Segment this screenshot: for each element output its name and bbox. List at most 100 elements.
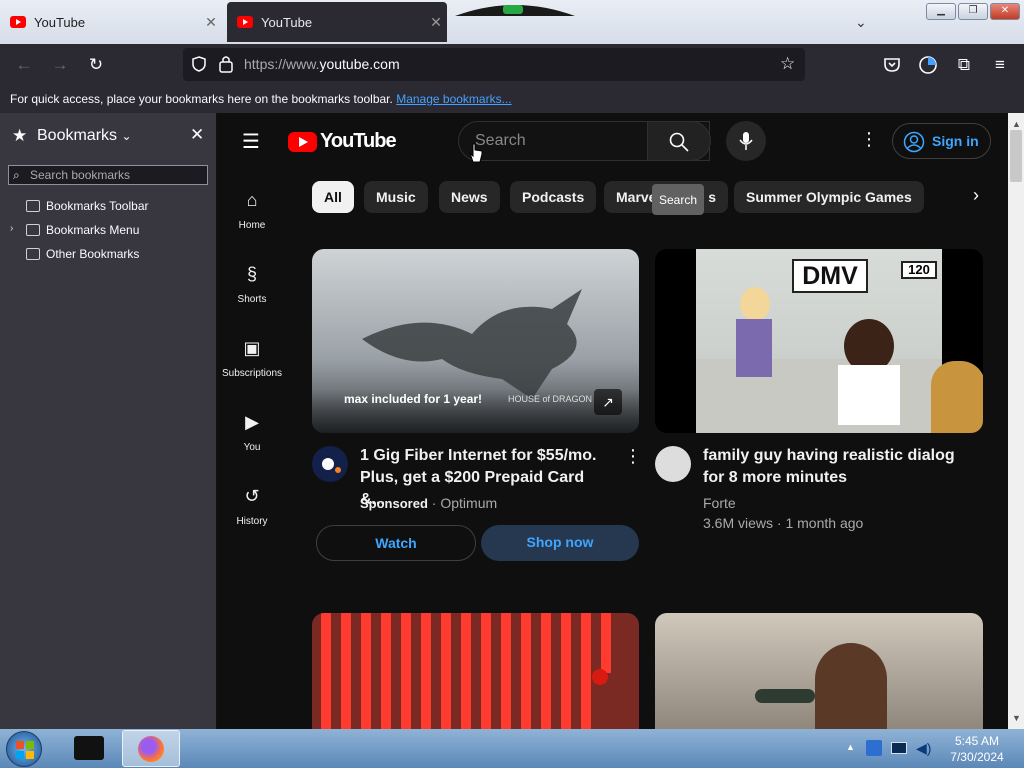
counter bbox=[696, 359, 942, 433]
extensions-puzzle-icon[interactable]: ⧉ bbox=[952, 54, 976, 76]
show-hidden-icons-arrow-icon[interactable]: ▲ bbox=[846, 742, 855, 752]
reload-icon[interactable]: ↻ bbox=[84, 54, 108, 76]
display-tray-icon[interactable] bbox=[891, 742, 907, 754]
bookmark-star-icon[interactable]: ☆ bbox=[780, 54, 795, 74]
search-bookmarks-input[interactable]: ⌕ Search bookmarks bbox=[8, 165, 208, 185]
tab-youtube-2[interactable]: YouTube ✕ bbox=[227, 2, 447, 42]
star-icon: ★ bbox=[12, 126, 28, 145]
sidebar-item-bookmarks-toolbar[interactable]: Bookmarks Toolbar bbox=[26, 199, 149, 213]
network-tray-icon[interactable] bbox=[866, 740, 882, 756]
thumbnail-brand: HOUSE of DRAGON bbox=[508, 394, 593, 404]
chips-next-chevron-icon[interactable]: › bbox=[973, 185, 979, 206]
dragon-image bbox=[362, 289, 582, 399]
tab-youtube-1[interactable]: YouTube ✕ bbox=[0, 2, 222, 42]
window-decoration-icon bbox=[455, 5, 575, 16]
home-icon: ⌂ bbox=[246, 190, 258, 210]
bottle-image bbox=[755, 689, 815, 703]
account-circle-icon bbox=[903, 131, 925, 153]
list-tabs-chevron-icon[interactable]: ⌄ bbox=[855, 14, 873, 30]
watch-button[interactable]: Watch bbox=[316, 525, 476, 561]
nav-shorts[interactable]: § Shorts bbox=[218, 264, 286, 305]
bookmarks-sidebar: ★ Bookmarks ⌄ ✕ ⌕ Search bookmarks Bookm… bbox=[0, 113, 217, 729]
sidebar-item-other-bookmarks[interactable]: Other Bookmarks bbox=[26, 247, 139, 261]
channel-avatar[interactable] bbox=[312, 446, 348, 482]
scrollbar-thumb[interactable] bbox=[1010, 130, 1022, 182]
subscriptions-icon: ▣ bbox=[243, 338, 261, 358]
url-bar[interactable]: https://www.youtube.com ☆ bbox=[183, 48, 805, 81]
sign-in-button[interactable]: Sign in bbox=[892, 123, 991, 159]
chip-music[interactable]: Music bbox=[364, 181, 428, 213]
bookmarks-toolbar-hint: For quick access, place your bookmarks h… bbox=[10, 92, 393, 106]
close-tab-icon[interactable]: ✕ bbox=[200, 14, 222, 31]
mouse-cursor-icon bbox=[469, 143, 483, 163]
you-play-icon: ▶ bbox=[245, 412, 259, 432]
terminal-app-icon[interactable] bbox=[74, 736, 104, 760]
video-title[interactable]: family guy having realistic dialog for 8 … bbox=[703, 445, 969, 489]
guide-menu-icon[interactable]: ☰ bbox=[242, 129, 260, 154]
nav-you[interactable]: ▶ You bbox=[218, 412, 286, 453]
video-thumbnail[interactable]: DMV 120 bbox=[655, 249, 983, 433]
voice-search-button[interactable] bbox=[726, 121, 766, 161]
person-image bbox=[815, 643, 887, 733]
nav-subscriptions[interactable]: ▣ Subscriptions bbox=[218, 338, 286, 379]
youtube-search-button[interactable] bbox=[647, 121, 711, 161]
scroll-down-icon[interactable]: ▼ bbox=[1012, 713, 1021, 723]
nav-history[interactable]: ↺ History bbox=[218, 486, 286, 527]
channel-avatar[interactable] bbox=[655, 446, 691, 482]
optimum-logo-icon bbox=[322, 458, 334, 470]
account-sync-icon[interactable] bbox=[918, 55, 938, 75]
optimum-dot-icon bbox=[335, 467, 341, 473]
video-meta: Sponsored · Optimum bbox=[360, 495, 498, 511]
video-thumbnail[interactable] bbox=[312, 613, 639, 733]
folder-icon bbox=[26, 248, 40, 260]
tab-title: YouTube bbox=[261, 14, 313, 30]
firefox-icon bbox=[138, 736, 164, 762]
thumbnail-text: max included for 1 year! bbox=[344, 392, 483, 406]
scroll-up-icon[interactable]: ▲ bbox=[1012, 119, 1021, 129]
chip-summer-olympic-games[interactable]: Summer Olympic Games bbox=[734, 181, 924, 213]
pocket-icon[interactable] bbox=[883, 56, 901, 74]
speaker-tray-icon[interactable]: ◀) bbox=[916, 740, 931, 757]
microphone-icon bbox=[739, 132, 753, 150]
window-close-button[interactable]: ✕ bbox=[990, 3, 1020, 20]
video-more-kebab-icon[interactable]: ⋮ bbox=[624, 446, 642, 467]
settings-kebab-icon[interactable]: ⋮ bbox=[860, 129, 878, 150]
close-sidebar-icon[interactable]: ✕ bbox=[190, 125, 204, 145]
search-icon: ⌕ bbox=[13, 168, 20, 182]
character-head bbox=[740, 287, 770, 321]
youtube-logo[interactable]: YouTube bbox=[288, 130, 397, 153]
back-arrow-icon[interactable]: ← bbox=[12, 54, 36, 76]
bookmarks-toolbar: For quick access, place your bookmarks h… bbox=[0, 86, 1024, 113]
hamburger-menu-icon[interactable]: ≡ bbox=[988, 54, 1012, 76]
chip-all[interactable]: All bbox=[312, 181, 354, 213]
forward-arrow-icon[interactable]: → bbox=[48, 54, 72, 76]
firefox-taskbar-button[interactable] bbox=[122, 730, 180, 767]
lock-icon bbox=[219, 56, 233, 73]
youtube-favicon-icon bbox=[10, 16, 26, 28]
close-tab-icon[interactable]: ✕ bbox=[425, 14, 447, 31]
external-link-icon[interactable]: ↗ bbox=[594, 389, 622, 415]
sidebar-item-bookmarks-menu[interactable]: Bookmarks Menu bbox=[26, 223, 139, 237]
youtube-page: ☰ YouTube Search ⋮ Sign in ⌂ Home § Shorts… bbox=[218, 113, 1008, 733]
search-icon bbox=[669, 132, 689, 152]
video-thumbnail[interactable] bbox=[655, 613, 983, 733]
sidebar-title[interactable]: Bookmarks ⌄ bbox=[37, 127, 132, 145]
manage-bookmarks-link[interactable]: Manage bookmarks... bbox=[396, 92, 511, 106]
video-meta: 3.6M views · 1 month ago bbox=[703, 515, 864, 531]
expand-chevron-icon[interactable]: › bbox=[10, 223, 13, 234]
maximize-button[interactable]: ❐ bbox=[958, 3, 988, 20]
taskbar: ▲ ◀) 5:45 AM 7/30/2024 bbox=[0, 729, 1024, 768]
youtube-play-icon bbox=[288, 131, 317, 152]
nav-home[interactable]: ⌂ Home bbox=[218, 190, 286, 231]
chip-news[interactable]: News bbox=[439, 181, 500, 213]
bookmarks-toolbar-icon bbox=[26, 200, 40, 212]
channel-name[interactable]: Forte bbox=[703, 495, 736, 511]
minimize-button[interactable]: ▁ bbox=[926, 3, 956, 20]
shop-now-button[interactable]: Shop now bbox=[481, 525, 639, 561]
start-button[interactable] bbox=[6, 731, 42, 767]
video-thumbnail[interactable]: max included for 1 year! HOUSE of DRAGON… bbox=[312, 249, 639, 433]
chip-podcasts[interactable]: Podcasts bbox=[510, 181, 597, 213]
page-scrollbar[interactable]: ▲ ▼ bbox=[1008, 113, 1024, 729]
tab-bar: YouTube ✕ YouTube ✕ ⌄ ▁ ❐ ✕ bbox=[0, 0, 1024, 44]
system-clock[interactable]: 5:45 AM 7/30/2024 bbox=[940, 733, 1014, 765]
